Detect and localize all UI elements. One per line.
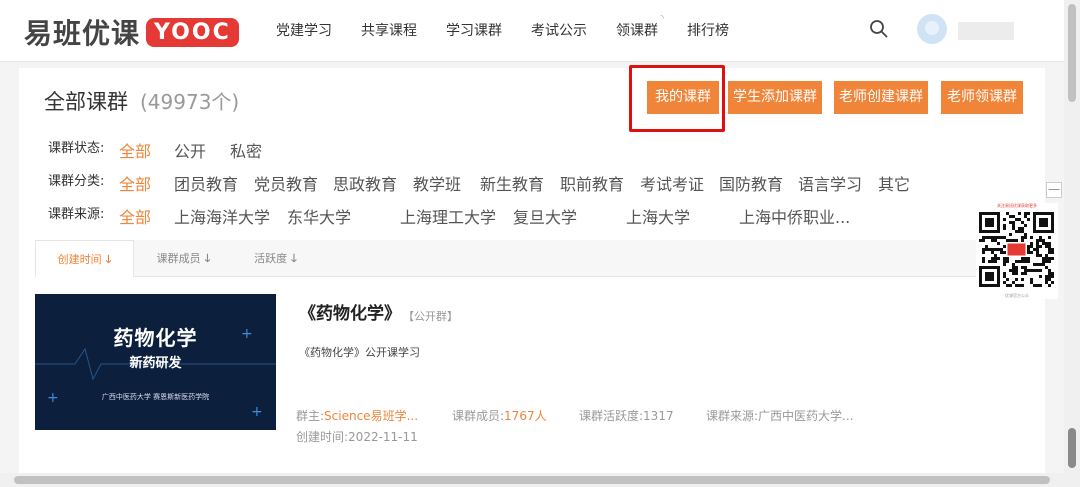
arrow-down-icon: 🡓 xyxy=(291,252,297,265)
members-count: 1767人 xyxy=(504,409,547,423)
vertical-scroll-thumb-lower[interactable] xyxy=(1068,428,1076,468)
nav-study-groups[interactable]: 学习课群 xyxy=(446,20,502,40)
student-add-group-button[interactable]: 学生添加课群 xyxy=(728,81,822,114)
source-option-dhu[interactable]: 东华大学 xyxy=(287,204,351,228)
vertical-scroll-thumb[interactable] xyxy=(1068,4,1076,102)
source-option-all[interactable]: 全部 xyxy=(119,204,151,228)
category-option-defense[interactable]: 国防教育 xyxy=(719,171,783,195)
category-option-ideology[interactable]: 思政教育 xyxy=(333,171,397,195)
thumbnail-subtitle: 新药研发 xyxy=(129,356,182,371)
nav-leaderboard[interactable]: 排行榜 xyxy=(687,20,729,40)
category-option-exam[interactable]: 考试考证 xyxy=(640,171,704,195)
source-filter-label: 课群来源: xyxy=(48,207,105,222)
nav-party-study[interactable]: 党建学习 xyxy=(276,20,332,40)
teacher-create-group-button[interactable]: 老师创建课群 xyxy=(834,81,928,114)
main-nav: 党建学习 共享课程 学习课群 考试公示 领课群 ◝ 排行榜 xyxy=(276,14,758,40)
category-filter-row: 课群分类: xyxy=(48,170,118,189)
sort-tab-activity-label: 活跃度 xyxy=(254,252,288,265)
teacher-claim-group-button[interactable]: 老师领课群 xyxy=(941,81,1023,114)
owner-name[interactable]: Science易班学... xyxy=(324,409,418,423)
status-option-all[interactable]: 全部 xyxy=(119,138,151,162)
qr-code-icon xyxy=(979,212,1054,287)
page-title: 全部课群 xyxy=(44,90,128,114)
status-filter-row: 课群状态: xyxy=(48,137,118,156)
sort-bar: 创建时间 🡓 课群成员 🡓 活跃度 🡓 xyxy=(35,240,1041,277)
category-option-freshman[interactable]: 新生教育 xyxy=(480,171,544,195)
status-option-public[interactable]: 公开 xyxy=(174,138,206,162)
category-option-language[interactable]: 语言学习 xyxy=(798,171,862,195)
source-option-shqc[interactable]: 上海中侨职业... xyxy=(739,204,850,228)
nav-claim-groups[interactable]: 领课群 ◝ xyxy=(616,14,664,40)
status-filter-label: 课群状态: xyxy=(48,141,105,156)
sort-tab-members-label: 课群成员 xyxy=(156,252,201,265)
course-owner: 群主:Science易班学... xyxy=(296,407,418,424)
my-groups-button[interactable]: 我的课群 xyxy=(647,81,719,114)
search-icon[interactable] xyxy=(869,19,889,39)
course-name[interactable]: 《药物化学》 xyxy=(299,299,401,324)
category-option-class[interactable]: 教学班 xyxy=(413,171,461,195)
arrow-down-icon: 🡓 xyxy=(204,252,211,265)
nav-shared-courses[interactable]: 共享课程 xyxy=(361,20,417,40)
sort-tab-activity[interactable]: 活跃度 🡓 xyxy=(233,240,318,277)
category-filter-label: 课群分类: xyxy=(48,174,105,189)
course-activity: 课群活跃度:1317 xyxy=(579,409,674,423)
horizontal-scrollbar[interactable] xyxy=(0,473,1080,487)
category-option-other[interactable]: 其它 xyxy=(878,171,910,195)
category-option-party[interactable]: 党员教育 xyxy=(254,171,318,195)
arrow-down-icon: 🡓 xyxy=(105,253,112,266)
group-count: (49973个) xyxy=(140,90,240,114)
course-members: 课群成员:1767人 xyxy=(452,407,547,424)
qr-caption: 关注易班优课获取更多 xyxy=(997,203,1037,208)
sort-tab-created-label: 创建时间 xyxy=(57,253,102,266)
source-option-fudan[interactable]: 复旦大学 xyxy=(513,204,577,228)
sort-tab-created[interactable]: 创建时间 🡓 xyxy=(35,240,134,277)
source-filter-row: 课群来源: xyxy=(48,203,118,222)
logo-badge: YOOC xyxy=(146,17,239,47)
signal-icon: ◝ xyxy=(660,14,665,24)
thumbnail-title: 药物化学 xyxy=(113,326,198,350)
qr-footer: 优课官方公众 xyxy=(1005,293,1029,298)
top-header: 易班优课 YOOC 党建学习 共享课程 学习课群 考试公示 领课群 ◝ 排行榜 xyxy=(0,0,1064,62)
source-option-shou[interactable]: 上海海洋大学 xyxy=(174,204,270,228)
site-logo[interactable]: 易班优课 YOOC xyxy=(24,12,239,52)
category-option-league[interactable]: 团员教育 xyxy=(174,171,238,195)
status-option-private[interactable]: 私密 xyxy=(230,138,262,162)
course-group-panel: 全部课群 (49973个) 我的课群 学生添加课群 老师创建课群 老师领课群 课… xyxy=(19,65,1045,487)
username-blurred[interactable] xyxy=(958,22,1014,40)
svg-text:+: + xyxy=(251,404,263,420)
vertical-scrollbar[interactable] xyxy=(1064,0,1080,473)
owner-label: 群主: xyxy=(296,409,325,423)
course-source: 课群来源:广西中医药大学... xyxy=(706,409,854,423)
course-description: 《药物化学》公开课学习 xyxy=(299,346,420,359)
course-visibility-tag: 【公开群】 xyxy=(403,310,458,323)
category-option-all[interactable]: 全部 xyxy=(119,171,151,195)
user-avatar[interactable] xyxy=(917,14,947,44)
source-option-shu[interactable]: 上海大学 xyxy=(626,204,690,228)
nav-claim-groups-label: 领课群 xyxy=(616,23,658,39)
qr-collapse-button[interactable]: — xyxy=(1046,182,1062,198)
course-thumbnail[interactable]: + + + 药物化学 新药研发 广西中医药大学 赛恩斯新医药学院 xyxy=(35,294,276,430)
source-option-usst[interactable]: 上海理工大学 xyxy=(400,204,496,228)
horizontal-scroll-thumb[interactable] xyxy=(14,476,1050,484)
members-label: 课群成员: xyxy=(452,409,505,423)
title-row: 全部课群 (49973个) xyxy=(44,86,239,116)
qr-widget: 关注易班优课获取更多 优课官方公众 xyxy=(976,203,1058,299)
nav-exam-notice[interactable]: 考试公示 xyxy=(531,20,587,40)
course-created: 创建时间:2022-11-11 xyxy=(296,430,418,444)
logo-text: 易班优课 xyxy=(24,17,141,50)
category-option-preservice[interactable]: 职前教育 xyxy=(560,171,624,195)
sort-tab-members[interactable]: 课群成员 🡓 xyxy=(134,240,233,277)
thumbnail-footer: 广西中医药大学 赛恩斯新医药学院 xyxy=(101,393,210,401)
